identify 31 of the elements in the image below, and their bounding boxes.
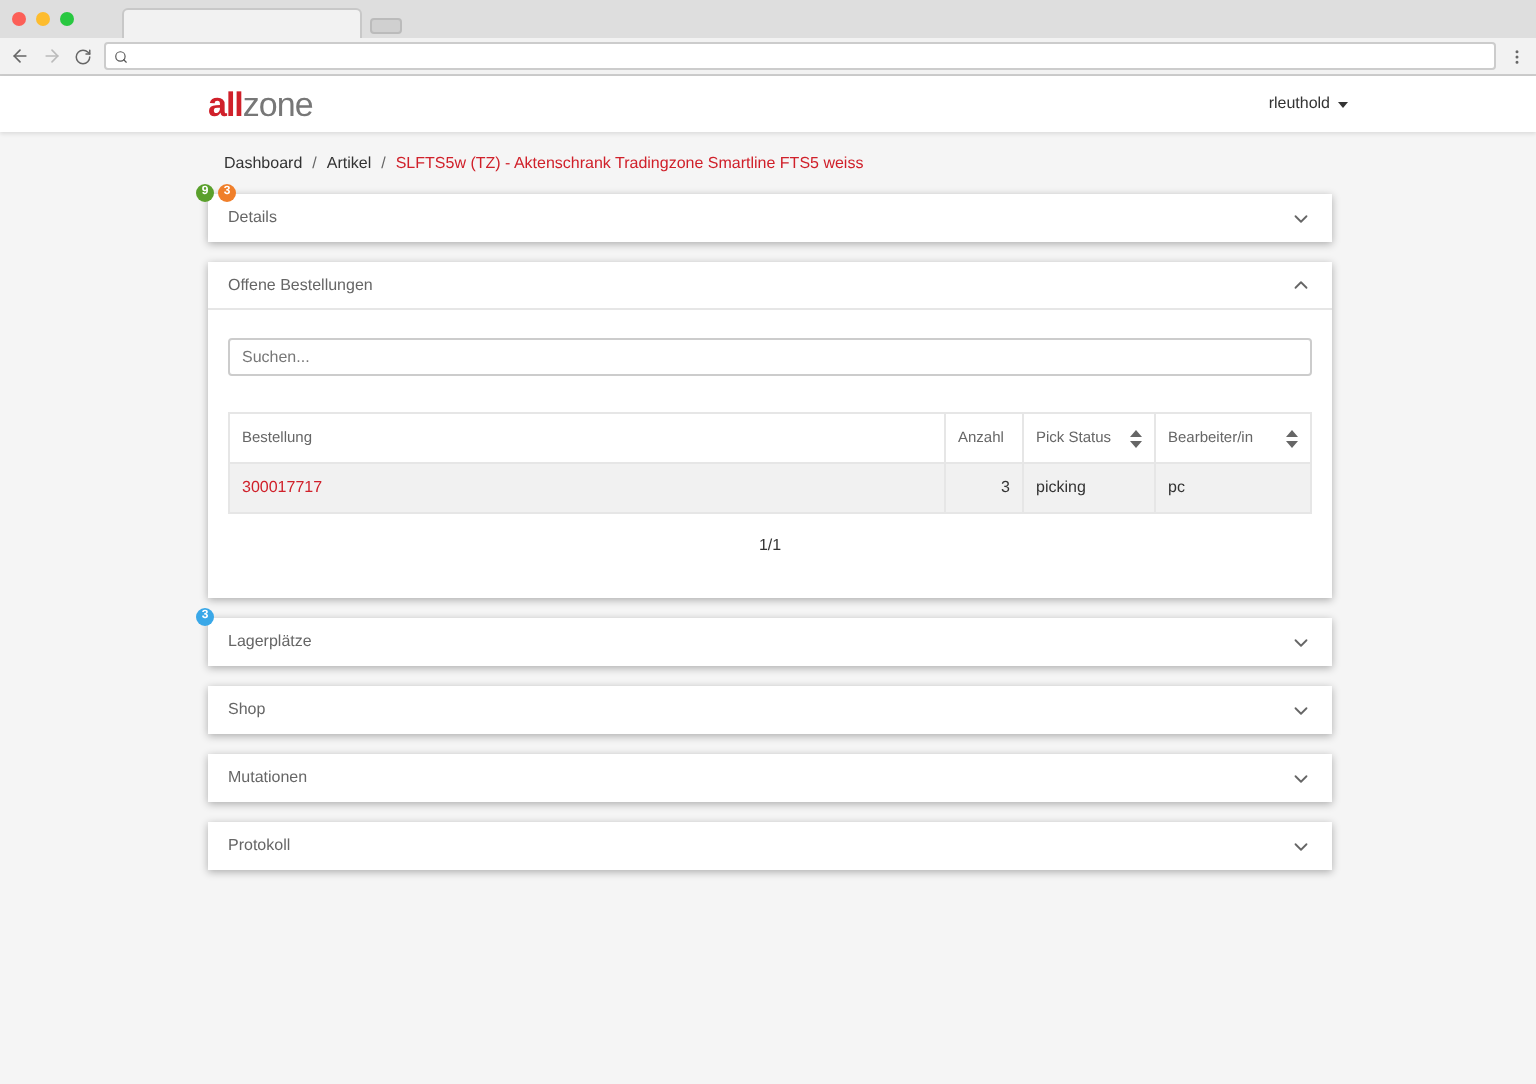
user-menu[interactable]: rleuthold	[1268, 92, 1348, 116]
sort-icon[interactable]	[1286, 429, 1298, 447]
panel-title: Details	[228, 206, 277, 230]
sort-icon[interactable]	[1130, 429, 1142, 447]
table-cell: picking	[1022, 464, 1154, 512]
search-field[interactable]: Suchen...	[228, 338, 1312, 376]
panel-header[interactable]: Offene Bestellungen	[208, 262, 1332, 310]
order-link[interactable]: 300017717	[230, 464, 944, 512]
panel-header[interactable]: Lagerplätze	[208, 618, 1332, 666]
breadcrumb-separator: /	[381, 151, 386, 175]
breadcrumb-item[interactable]: Dashboard	[224, 151, 303, 175]
breadcrumb-item[interactable]: Artikel	[326, 151, 372, 175]
search-icon	[114, 49, 128, 63]
pagination-label: 1/1	[758, 534, 782, 558]
breadcrumb-separator: /	[312, 151, 317, 175]
table-cell: 3	[944, 464, 1022, 512]
panel-header[interactable]: Shop	[208, 686, 1332, 734]
breadcrumb-item: SLFTS5w (TZ) - Aktenschrank Tradingzone Smartline FTS5 weiss	[395, 151, 864, 175]
panel-title: Lagerplätze	[228, 630, 312, 654]
panel-title: Offene Bestellungen	[228, 273, 373, 297]
reload-icon[interactable]	[74, 47, 92, 65]
panel-header[interactable]: Details	[208, 194, 1332, 242]
panel-header[interactable]: Protokoll	[208, 822, 1332, 870]
logo[interactable]: allzone	[208, 87, 313, 121]
panel-title: Shop	[228, 698, 266, 722]
panel-title: Mutationen	[228, 766, 308, 790]
caret-icon	[1338, 101, 1348, 107]
table-cell: pc	[1154, 464, 1310, 512]
panel-header[interactable]: Mutationen	[208, 754, 1332, 802]
panel-title: Protokoll	[228, 834, 291, 858]
back-icon[interactable]	[10, 46, 30, 66]
